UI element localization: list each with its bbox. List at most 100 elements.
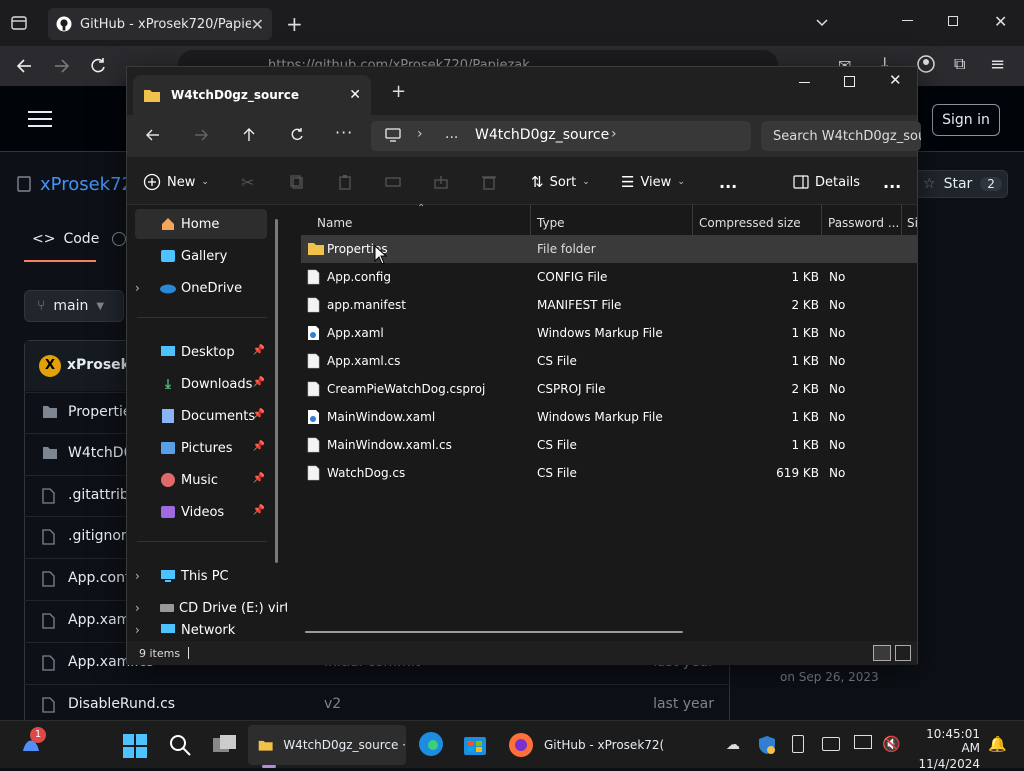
chevron-down-icon[interactable] [814,14,830,30]
new-tab-icon[interactable]: + [391,81,406,102]
keyboard-icon[interactable] [822,737,840,751]
volume-muted-icon[interactable]: 🔇 [882,735,901,753]
file-row[interactable]: MainWindow.xaml.cs CS File 1 KB No [301,431,917,459]
file-row[interactable]: MainWindow.xaml Windows Markup File 1 KB No [301,403,917,431]
details-button[interactable]: Details [793,169,860,195]
new-button[interactable]: New ⌄ [143,169,209,195]
close-tab-icon[interactable]: ✕ [349,87,361,103]
file-row[interactable]: CreamPieWatchDog.csproj CSPROJ File 2 KB No [301,375,917,403]
branch-select[interactable]: ⑂ main ▼ [24,290,124,322]
back-icon[interactable] [145,127,161,143]
nav-item-downloads[interactable]: ⤓ Downloads 📌 [135,369,267,399]
close-window-icon[interactable]: ✕ [994,12,1007,31]
nav-item-this-pc[interactable]: › This PC [135,561,267,591]
nav-scrollbar[interactable] [275,219,278,563]
repo-file-row[interactable]: DisableRund.cs v2 last year [24,684,730,725]
nav-item-music[interactable]: Music 📌 [135,465,267,495]
search-box[interactable]: Search W4tchD0gz_source [761,121,921,151]
see-more-button[interactable]: ... [719,169,737,195]
details-view-icon[interactable] [873,645,891,661]
start-icon[interactable] [122,733,148,759]
file-row[interactable]: WatchDog.cs CS File 619 KB No [301,459,917,487]
repo-file-name[interactable]: W4tchD0 [68,445,133,461]
offline-cloud-icon[interactable]: ☁ [726,737,740,753]
nav-item-desktop[interactable]: Desktop 📌 [135,337,267,367]
nav-item-cd-drive[interactable]: › CD Drive (E:) virt [135,593,290,623]
maximize-icon[interactable] [844,76,855,87]
repo-file-name[interactable]: .gitignore [68,528,135,544]
column-divider[interactable] [901,205,902,235]
repo-commit-message[interactable]: v2 [324,696,341,712]
notification-bell-icon[interactable]: 🔔 [988,735,1007,753]
extensions-icon[interactable]: ⧉ [954,54,965,74]
breadcrumb[interactable]: › ... W4tchD0gz_source › [371,121,751,151]
account-icon[interactable] [916,54,936,74]
up-icon[interactable] [241,127,257,143]
edge-icon[interactable] [418,731,444,757]
column-header-type[interactable]: Type [537,211,565,235]
repo-file-name[interactable]: App.xaml [68,612,134,628]
more-options-button[interactable]: ... [883,169,901,195]
taskbar-explorer-button[interactable]: W4tchD0gz_source · [248,725,406,765]
copilot-icon[interactable]: 1 [18,727,46,757]
column-header-size[interactable]: Si [907,211,917,235]
horizontal-scrollbar[interactable] [305,631,683,633]
tiles-view-icon[interactable] [895,645,911,661]
explorer-tab[interactable]: W4tchD0gz_source ✕ [133,75,371,115]
repo-file-name[interactable]: DisableRund.cs [68,696,175,712]
file-row[interactable]: app.manifest MANIFEST File 2 KB No [301,291,917,319]
column-divider[interactable] [821,205,822,235]
task-view-icon[interactable] [212,733,238,757]
display-icon[interactable] [854,735,872,749]
sign-in-button[interactable]: Sign in [932,104,1000,136]
file-row-selected[interactable]: Properties File folder [301,235,917,263]
nav-item-documents[interactable]: Documents 📌 [135,401,267,431]
view-button[interactable]: ☰ View ⌄ [621,169,685,195]
forward-icon[interactable] [52,56,72,76]
star-button[interactable]: ☆ Star 2 [912,170,1008,198]
minimize-icon[interactable] [902,20,913,21]
new-tab-icon[interactable]: + [286,12,303,36]
repo-file-name[interactable]: App.confi [68,570,134,586]
store-icon[interactable] [462,731,488,757]
clock[interactable]: 10:45:01 AM 11/4/2024 [912,727,980,771]
nav-item-videos[interactable]: Videos 📌 [135,497,267,527]
refresh-icon[interactable] [289,127,305,143]
file-row[interactable]: App.xaml.cs CS File 1 KB No [301,347,917,375]
column-header-password[interactable]: Password ... [828,211,899,235]
issues-icon[interactable] [112,232,126,246]
nav-item-pictures[interactable]: Pictures 📌 [135,433,267,463]
tab-actions-icon[interactable] [10,14,28,32]
usb-device-icon[interactable] [792,735,804,753]
sort-button[interactable]: ⇅ Sort ⌄ [531,169,590,195]
nav-item-network[interactable]: › Network [135,623,267,641]
nav-item-onedrive[interactable]: › OneDrive [135,273,267,303]
breadcrumb-ellipsis[interactable]: ... [445,126,458,142]
column-divider[interactable] [530,205,531,235]
back-icon[interactable] [14,56,34,76]
forward-icon[interactable] [193,127,209,143]
taskbar-firefox-button[interactable]: GitHub - xProsek72( [500,725,680,765]
file-row[interactable]: App.xaml Windows Markup File 1 KB No [301,319,917,347]
restore-icon[interactable] [948,16,958,26]
security-shield-icon[interactable] [758,735,776,755]
column-divider[interactable] [692,205,693,235]
breadcrumb-current-folder[interactable]: W4tchD0gz_source [475,127,609,143]
close-tab-icon[interactable]: ✕ [251,15,264,34]
column-header-compressed-size[interactable]: Compressed size [699,211,801,235]
minimize-icon[interactable] [799,82,810,83]
repo-owner-link[interactable]: xProsek72 [40,174,133,195]
menu-icon[interactable]: ≡ [990,54,1005,75]
close-window-icon[interactable]: ✕ [889,71,902,89]
column-header-name[interactable]: Name [317,211,352,235]
file-row[interactable]: App.config CONFIG File 1 KB No [301,263,917,291]
tab-code[interactable]: <> Code [32,231,99,247]
repo-file-name[interactable]: Propertie [68,404,131,420]
nav-item-gallery[interactable]: Gallery [135,241,267,271]
browser-tab-github[interactable]: GitHub - xProsek720/Papiezak: | ✕ [48,8,272,40]
more-options-icon[interactable]: ··· [335,123,353,142]
hamburger-menu-icon[interactable] [28,110,52,128]
search-icon[interactable] [168,733,192,757]
nav-item-home[interactable]: Home [135,209,267,239]
reload-icon[interactable] [88,56,108,76]
